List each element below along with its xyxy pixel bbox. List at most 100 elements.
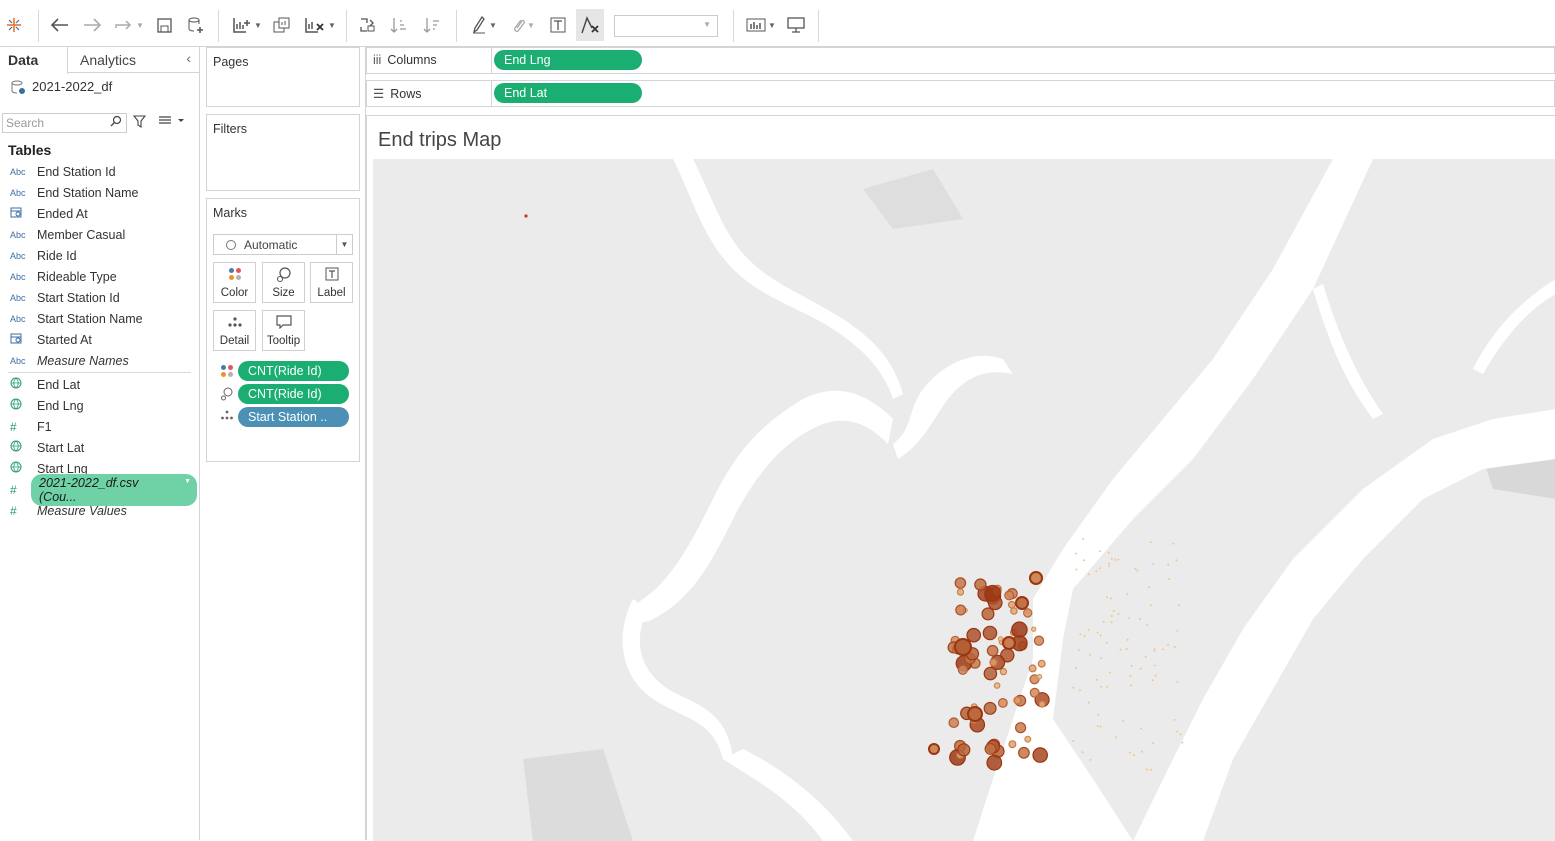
view-options-icon[interactable]	[158, 115, 184, 130]
duplicate-icon[interactable]	[272, 12, 292, 38]
station-mark[interactable]	[1154, 674, 1157, 677]
filter-icon[interactable]	[132, 115, 147, 131]
station-mark[interactable]	[1130, 664, 1133, 667]
station-mark[interactable]	[1110, 557, 1113, 560]
sort-descending-icon[interactable]	[422, 12, 442, 38]
station-mark[interactable]	[1108, 565, 1111, 567]
new-datasource-icon[interactable]	[185, 12, 207, 38]
rows-shelf[interactable]: ☰ Rows End Lat	[366, 80, 1555, 107]
station-mark[interactable]	[1110, 615, 1113, 617]
station-mark[interactable]	[1119, 648, 1122, 651]
view-title[interactable]: End trips Map	[378, 129, 501, 152]
station-mark[interactable]	[1095, 678, 1098, 681]
station-mark[interactable]	[1176, 681, 1179, 683]
station-mark[interactable]	[1007, 600, 1016, 609]
field-item[interactable]: End Lat	[0, 374, 199, 395]
station-mark[interactable]	[1152, 742, 1155, 745]
station-mark[interactable]	[957, 664, 968, 675]
station-mark[interactable]	[1075, 666, 1078, 669]
station-mark[interactable]	[1096, 631, 1099, 634]
station-mark[interactable]	[1145, 623, 1148, 626]
station-mark[interactable]	[986, 754, 1003, 771]
tableau-logo-icon[interactable]	[5, 12, 23, 38]
station-mark[interactable]	[928, 743, 940, 755]
station-mark[interactable]	[1153, 647, 1156, 650]
station-mark[interactable]	[1004, 590, 1015, 601]
station-mark[interactable]	[954, 577, 967, 589]
station-mark[interactable]	[1112, 609, 1115, 612]
station-mark[interactable]	[1099, 634, 1102, 637]
station-mark[interactable]	[997, 636, 1004, 642]
filters-card[interactable]: Filters	[206, 114, 360, 191]
station-mark[interactable]	[1099, 567, 1101, 570]
station-mark[interactable]	[1117, 558, 1120, 561]
map-svg[interactable]	[373, 159, 1555, 841]
station-mark[interactable]	[1082, 538, 1085, 540]
station-mark[interactable]	[998, 698, 1008, 708]
station-mark[interactable]	[1031, 626, 1037, 632]
station-mark[interactable]	[1125, 648, 1128, 650]
station-mark[interactable]	[524, 214, 528, 218]
station-mark[interactable]	[986, 644, 999, 657]
station-mark[interactable]	[1037, 659, 1046, 668]
field-item[interactable]: Abc Ride Id	[0, 245, 199, 266]
search-icon[interactable]	[110, 115, 122, 130]
station-mark[interactable]	[1087, 628, 1090, 631]
label-button[interactable]: Label	[310, 262, 353, 303]
detail-button[interactable]: Detail	[213, 310, 256, 351]
station-mark[interactable]	[984, 742, 997, 755]
station-mark[interactable]	[1095, 570, 1098, 573]
label-icon[interactable]	[548, 12, 568, 38]
field-item[interactable]: Ended At	[0, 203, 199, 224]
station-mark[interactable]	[1106, 596, 1108, 599]
station-mark[interactable]	[974, 578, 987, 591]
station-mark[interactable]	[1173, 646, 1176, 648]
tab-data[interactable]: Data	[0, 47, 68, 74]
station-mark[interactable]	[1018, 746, 1030, 759]
station-mark[interactable]	[1038, 700, 1046, 708]
save-icon[interactable]	[155, 12, 173, 38]
station-mark[interactable]	[1100, 685, 1103, 688]
field-item[interactable]: #2021-2022_df.csv (Cou...	[0, 473, 199, 506]
rows-pill[interactable]: End Lat	[494, 83, 642, 103]
station-mark[interactable]	[1109, 597, 1112, 600]
station-mark[interactable]	[1168, 578, 1171, 581]
clear-sheet-icon[interactable]: ▼	[302, 12, 338, 38]
station-mark[interactable]	[1176, 629, 1179, 632]
station-mark[interactable]	[1151, 679, 1154, 682]
station-mark[interactable]	[1105, 641, 1108, 644]
group-icon[interactable]: ▼	[506, 12, 540, 38]
station-mark[interactable]	[1126, 593, 1129, 596]
station-mark[interactable]	[1087, 573, 1090, 576]
station-mark[interactable]	[1013, 696, 1022, 705]
station-mark[interactable]	[1089, 653, 1092, 656]
station-mark[interactable]	[1114, 736, 1117, 739]
station-mark[interactable]	[1075, 552, 1077, 555]
station-mark[interactable]	[982, 625, 998, 641]
sort-ascending-icon[interactable]	[389, 12, 409, 38]
station-mark[interactable]	[1033, 635, 1045, 646]
station-mark[interactable]	[967, 706, 983, 722]
station-mark[interactable]	[989, 658, 998, 667]
station-mark[interactable]	[1100, 657, 1103, 660]
station-mark[interactable]	[1181, 741, 1184, 744]
station-mark[interactable]	[1008, 740, 1017, 749]
field-item[interactable]: Abc Start Station Id	[0, 287, 199, 308]
station-mark[interactable]	[1075, 568, 1078, 571]
map-area[interactable]	[373, 159, 1555, 841]
station-mark[interactable]	[1108, 671, 1111, 674]
station-mark[interactable]	[1178, 604, 1181, 607]
station-mark[interactable]	[993, 682, 1001, 689]
field-item[interactable]: Abc End Station Id	[0, 161, 199, 182]
station-mark[interactable]	[1134, 567, 1137, 570]
station-mark[interactable]	[1173, 718, 1176, 721]
collapse-pane-icon[interactable]: ‹	[186, 50, 191, 66]
station-mark[interactable]	[1139, 618, 1141, 621]
station-mark[interactable]	[984, 584, 1001, 602]
station-mark[interactable]	[1107, 551, 1110, 554]
station-mark[interactable]	[1081, 751, 1084, 754]
field-item[interactable]: Start Lat	[0, 437, 199, 458]
station-mark[interactable]	[956, 588, 965, 596]
pages-card[interactable]: Pages	[206, 47, 360, 107]
columns-shelf[interactable]: iii Columns End Lng	[366, 47, 1555, 74]
